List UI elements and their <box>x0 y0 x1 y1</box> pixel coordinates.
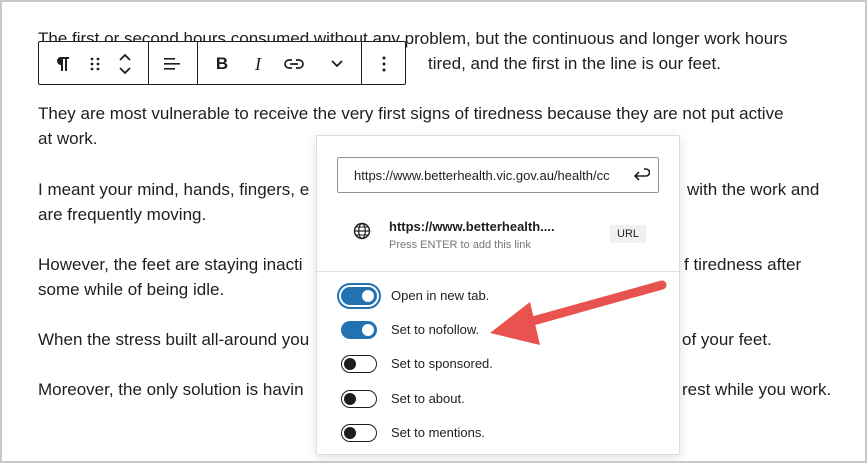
toolbar-divider <box>148 42 149 84</box>
link-icon <box>284 59 304 69</box>
paragraph-6-line-1b[interactable]: rest while you work. <box>682 377 835 402</box>
toggle-knob <box>344 427 356 439</box>
toggle-label: Set to nofollow. <box>391 322 480 337</box>
open-in-new-tab-toggle[interactable] <box>341 287 377 305</box>
mentions-toggle[interactable] <box>341 424 377 442</box>
globe-icon <box>353 222 371 240</box>
toggle-knob <box>344 358 356 370</box>
about-toggle[interactable] <box>341 390 377 408</box>
drag-button[interactable] <box>79 48 111 80</box>
toggle-label: Set to about. <box>391 391 465 406</box>
toggle-label: Open in new tab. <box>391 288 490 303</box>
url-input[interactable]: https://www.betterhealth.vic.gov.au/heal… <box>337 157 659 193</box>
toggle-knob <box>362 290 374 302</box>
align-button[interactable] <box>157 48 189 80</box>
submit-link-button[interactable] <box>628 162 654 188</box>
suggestion-title: https://www.betterhealth.... <box>389 219 555 234</box>
toggle-label: Set to mentions. <box>391 425 485 440</box>
sponsored-toggle[interactable] <box>341 355 377 373</box>
paragraph-block-button[interactable] <box>47 48 79 80</box>
align-left-icon <box>164 58 180 70</box>
toolbar-divider <box>197 42 198 84</box>
paragraph-1-line-2[interactable]: tired, and the first in the line is our … <box>428 51 835 76</box>
bold-button[interactable]: B <box>206 48 238 80</box>
editor-frame: The first or second hours consumed witho… <box>0 0 867 463</box>
toolbar-divider <box>361 42 362 84</box>
popover-divider <box>317 271 679 272</box>
suggestion-hint: Press ENTER to add this link <box>389 239 531 251</box>
italic-button[interactable]: I <box>242 48 274 80</box>
options-button[interactable] <box>368 48 400 80</box>
pilcrow-icon <box>57 57 69 71</box>
move-up-down-icon <box>119 53 131 75</box>
link-suggestion[interactable]: https://www.betterhealth.... Press ENTER… <box>337 207 659 259</box>
enter-icon <box>633 168 650 181</box>
more-formats-button[interactable] <box>321 48 353 80</box>
more-vertical-icon <box>382 56 386 72</box>
drag-handle-icon <box>90 57 100 71</box>
toggle-knob <box>362 324 374 336</box>
move-up-down-button[interactable] <box>109 48 141 80</box>
paragraph-3-line-1b[interactable]: with the work and <box>687 177 835 202</box>
url-input-value[interactable]: https://www.betterhealth.vic.gov.au/heal… <box>354 168 626 183</box>
paragraph-5-line-1b[interactable]: of your feet. <box>682 327 835 352</box>
toggle-knob <box>344 393 356 405</box>
link-popover: https://www.betterhealth.vic.gov.au/heal… <box>316 135 680 455</box>
link-button[interactable] <box>278 48 310 80</box>
paragraph-4-line-1b[interactable]: f tiredness after <box>684 252 835 277</box>
paragraph-2-line-1[interactable]: They are most vulnerable to receive the … <box>38 101 835 126</box>
chevron-down-icon <box>331 60 343 68</box>
nofollow-toggle[interactable] <box>341 321 377 339</box>
url-badge: URL <box>610 225 647 243</box>
toggle-label: Set to sponsored. <box>391 356 493 371</box>
block-toolbar: B I <box>38 41 406 85</box>
